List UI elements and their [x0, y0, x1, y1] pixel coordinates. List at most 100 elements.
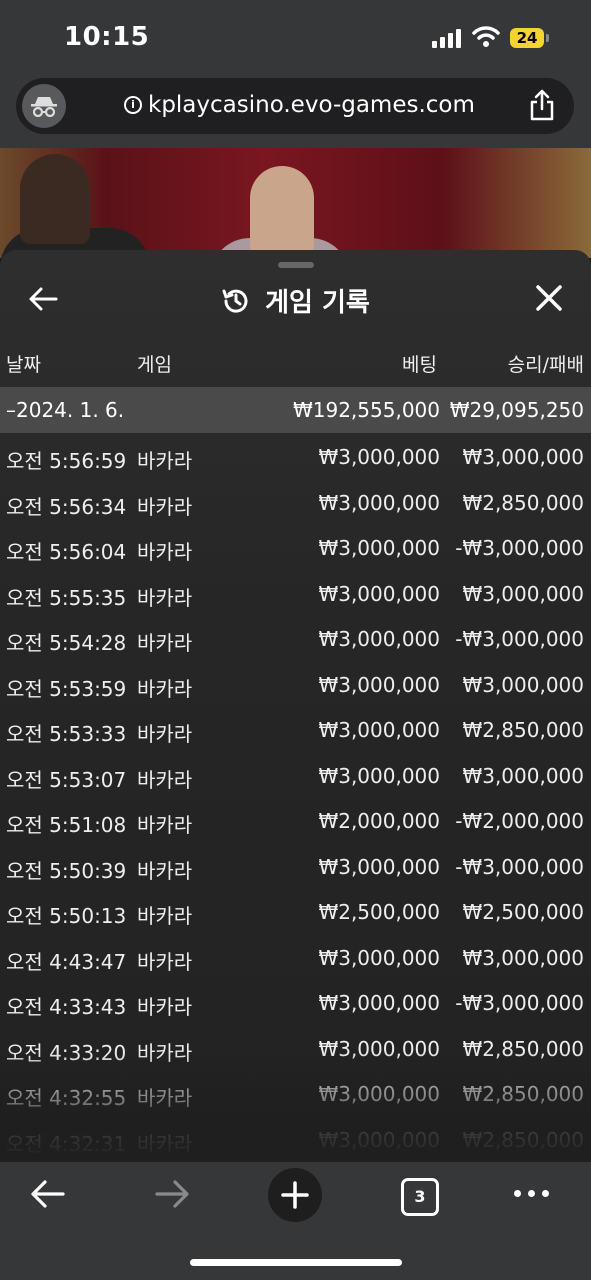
row-game: 바카라: [137, 813, 193, 837]
row-time: 오전 5:56:59: [6, 449, 127, 473]
back-arrow-icon[interactable]: [30, 1174, 66, 1214]
date-summary-row[interactable]: –2024. 1. 6. ₩192,555,000 ₩29,095,250: [0, 387, 591, 433]
row-time: 오전 5:53:59: [6, 676, 127, 701]
incognito-icon[interactable]: [22, 84, 66, 128]
table-header: 날짜 게임 베팅 승리/패배: [0, 350, 591, 380]
row-game: 바카라: [137, 767, 193, 792]
column-header-win-loss: 승리/패배: [507, 354, 584, 376]
row-win-loss: ₩2,500,000: [462, 900, 584, 924]
row-bet: ₩3,000,000: [318, 854, 440, 879]
table-row[interactable]: 오전 5:53:59 바카라 ₩3,000,000 ₩3,000,000: [0, 663, 591, 709]
table-row[interactable]: 오전 5:51:08 바카라 ₩2,000,000 -₩2,000,000: [0, 799, 591, 845]
row-game: 바카라: [137, 858, 193, 883]
row-time: 오전 5:56:34: [6, 494, 127, 519]
row-bet: ₩2,500,000: [318, 900, 440, 924]
row-bet: ₩3,000,000: [318, 763, 440, 788]
plus-icon: [281, 1181, 309, 1209]
row-game: 바카라: [137, 585, 193, 610]
row-win-loss: -₩3,000,000: [455, 854, 584, 879]
row-win-loss: -₩2,000,000: [455, 809, 584, 833]
row-game: 바카라: [137, 904, 193, 928]
row-game: 바카라: [137, 995, 193, 1019]
row-bet: ₩3,000,000: [318, 536, 440, 560]
row-game: 바카라: [137, 449, 193, 473]
summary-win-loss: ₩29,095,250: [449, 398, 584, 422]
column-header-game: 게임: [137, 354, 172, 376]
table-row[interactable]: 오전 5:50:39 바카라 ₩3,000,000 -₩3,000,000: [0, 845, 591, 891]
row-game: 바카라: [137, 1040, 193, 1065]
home-indicator[interactable]: [190, 1259, 402, 1266]
row-bet: ₩3,000,000: [318, 1127, 440, 1152]
summary-date: –2024. 1. 6.: [6, 398, 125, 422]
row-game: 바카라: [137, 949, 193, 974]
table-row[interactable]: 오전 5:56:59 바카라 ₩3,000,000 ₩3,000,000: [0, 435, 591, 481]
row-win-loss: ₩2,850,000: [462, 1127, 584, 1152]
summary-bet: ₩192,555,000: [292, 398, 440, 422]
table-row[interactable]: 오전 4:32:55 바카라 ₩3,000,000 ₩2,850,000: [0, 1072, 591, 1118]
row-time: 오전 5:55:35: [6, 585, 127, 610]
forward-arrow-icon[interactable]: [154, 1174, 190, 1214]
url-display[interactable]: i kplaycasino.evo-games.com: [124, 92, 475, 118]
row-time: 오전 4:32:31: [6, 1131, 127, 1156]
row-time: 오전 5:53:33: [6, 722, 127, 746]
address-bar[interactable]: i kplaycasino.evo-games.com: [16, 78, 574, 134]
row-bet: ₩3,000,000: [318, 718, 440, 742]
row-win-loss: -₩3,000,000: [455, 627, 584, 651]
row-time: 오전 4:33:20: [6, 1040, 127, 1065]
table-row[interactable]: 오전 5:54:28 바카라 ₩3,000,000 -₩3,000,000: [0, 617, 591, 663]
row-win-loss: ₩2,850,000: [462, 490, 584, 515]
row-win-loss: ₩3,000,000: [462, 581, 584, 606]
row-game: 바카라: [137, 722, 193, 746]
column-header-date: 날짜: [6, 354, 41, 376]
video-person: [250, 166, 314, 256]
panel-header: 게임 기록: [0, 282, 591, 319]
tabs-icon[interactable]: 3: [401, 1178, 439, 1216]
share-icon[interactable]: [528, 88, 556, 122]
row-game: 바카라: [137, 676, 193, 701]
status-bar: 10:15 24: [0, 0, 591, 74]
table-row[interactable]: 오전 4:33:43 바카라 ₩3,000,000 -₩3,000,000: [0, 981, 591, 1027]
row-win-loss: ₩3,000,000: [462, 945, 584, 970]
table-row[interactable]: 오전 4:43:47 바카라 ₩3,000,000 ₩3,000,000: [0, 936, 591, 982]
live-video-stream: [0, 148, 591, 258]
battery-indicator: 24: [510, 28, 549, 48]
status-time: 10:15: [64, 22, 150, 52]
table-row[interactable]: 오전 5:50:13 바카라 ₩2,500,000 ₩2,500,000: [0, 890, 591, 936]
row-win-loss: -₩3,000,000: [455, 991, 584, 1015]
row-game: 바카라: [137, 494, 193, 519]
row-bet: ₩3,000,000: [318, 1036, 440, 1061]
wifi-icon: [472, 26, 500, 47]
row-bet: ₩3,000,000: [318, 991, 440, 1015]
table-row[interactable]: 오전 5:53:07 바카라 ₩3,000,000 ₩3,000,000: [0, 754, 591, 800]
table-row[interactable]: 오전 4:33:20 바카라 ₩3,000,000 ₩2,850,000: [0, 1027, 591, 1073]
info-icon[interactable]: i: [124, 96, 142, 114]
table-row[interactable]: 오전 5:55:35 바카라 ₩3,000,000 ₩3,000,000: [0, 572, 591, 618]
row-game: 바카라: [137, 1131, 193, 1156]
row-time: 오전 5:54:28: [6, 631, 127, 655]
row-win-loss: ₩3,000,000: [462, 445, 584, 469]
table-row[interactable]: 오전 5:56:34 바카라 ₩3,000,000 ₩2,850,000: [0, 481, 591, 527]
browser-address-area: i kplaycasino.evo-games.com: [0, 74, 591, 148]
more-icon[interactable]: [514, 1190, 549, 1197]
row-time: 오전 5:50:13: [6, 904, 127, 928]
new-tab-button[interactable]: [268, 1168, 322, 1222]
row-time: 오전 5:53:07: [6, 767, 127, 792]
row-win-loss: -₩3,000,000: [455, 536, 584, 560]
row-time: 오전 5:51:08: [6, 813, 127, 837]
table-row[interactable]: 오전 4:32:31 바카라 ₩3,000,000 ₩2,850,000: [0, 1118, 591, 1163]
table-row[interactable]: 오전 5:56:04 바카라 ₩3,000,000 -₩3,000,000: [0, 526, 591, 572]
row-bet: ₩3,000,000: [318, 1082, 440, 1106]
drag-handle[interactable]: [278, 262, 314, 268]
back-arrow-icon[interactable]: [28, 286, 58, 312]
url-text: kplaycasino.evo-games.com: [148, 92, 475, 118]
table-row[interactable]: 오전 5:53:33 바카라 ₩3,000,000 ₩2,850,000: [0, 708, 591, 754]
row-bet: ₩3,000,000: [318, 445, 440, 469]
row-game: 바카라: [137, 1086, 193, 1110]
video-person: [20, 154, 90, 244]
row-time: 오전 4:43:47: [6, 949, 127, 974]
row-bet: ₩3,000,000: [318, 581, 440, 606]
cellular-signal-icon: [432, 28, 461, 48]
row-bet: ₩3,000,000: [318, 672, 440, 697]
row-time: 오전 5:50:39: [6, 858, 127, 883]
close-icon[interactable]: [535, 284, 563, 312]
